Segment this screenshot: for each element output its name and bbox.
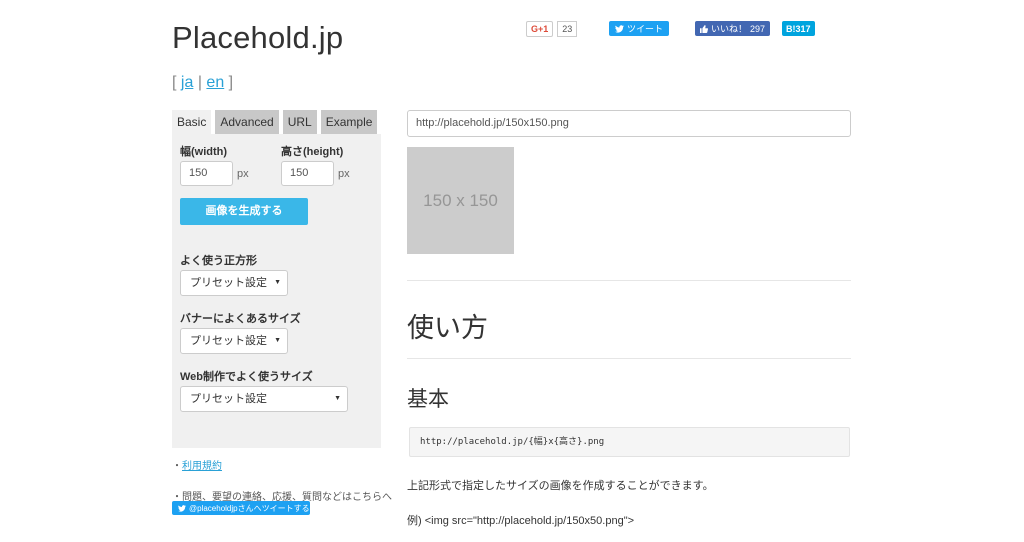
height-unit: px xyxy=(338,168,350,180)
like-count: 297 xyxy=(750,23,766,34)
dropdown-arrow-icon: ▼ xyxy=(274,337,281,344)
tweet-to-label: @placeholdjpさんへツイートする xyxy=(189,503,310,513)
twitter-bird-icon xyxy=(615,24,624,33)
height-label: 高さ(height) xyxy=(281,146,344,158)
tab-basic[interactable]: Basic xyxy=(172,110,212,134)
lang-en-link[interactable]: en xyxy=(206,74,224,91)
tab-example[interactable]: Example xyxy=(320,110,378,134)
language-switcher: [ ja | en ] xyxy=(172,74,234,91)
facebook-like-button[interactable]: いいね！ 297 xyxy=(695,21,771,36)
terms-link[interactable]: 利用規約 xyxy=(182,461,222,472)
square-preset-select[interactable]: プリセット設定 ▼ xyxy=(180,270,288,296)
tweet-button[interactable]: ツイート xyxy=(609,21,670,36)
generate-image-button[interactable]: 画像を生成する xyxy=(180,198,308,225)
twitter-bird-icon xyxy=(178,504,186,512)
tweet-label: ツイート xyxy=(627,24,664,34)
tab-advanced[interactable]: Advanced xyxy=(215,110,279,134)
tab-url[interactable]: URL xyxy=(282,110,317,134)
width-label: 幅(width) xyxy=(180,146,228,158)
thumbs-up-icon xyxy=(700,24,708,33)
height-input[interactable]: 150 xyxy=(281,161,334,186)
hatena-bookmark-button[interactable]: B! 317 xyxy=(782,21,815,36)
usage-heading: 使い方 xyxy=(407,313,488,343)
banner-preset-label: バナーによくあるサイズ xyxy=(180,313,301,325)
url-format-code: http://placehold.jp/{幅}x{高さ}.png xyxy=(409,427,850,457)
gplus-label: G+1 xyxy=(526,21,554,37)
square-preset-label: よく使う正方形 xyxy=(180,255,257,267)
web-preset-label: Web制作でよく使うサイズ xyxy=(180,371,313,383)
dropdown-arrow-icon: ▼ xyxy=(334,395,341,402)
width-unit: px xyxy=(237,168,249,180)
basic-heading: 基本 xyxy=(407,388,449,411)
hatena-label: B! xyxy=(786,23,796,34)
settings-tabs: Basic Advanced URL Example xyxy=(172,110,378,134)
dropdown-arrow-icon: ▼ xyxy=(274,279,281,286)
web-preset-select[interactable]: プリセット設定 ▼ xyxy=(180,386,348,412)
site-title: Placehold.jp xyxy=(172,20,344,55)
placeholder-preview-image: 150 x 150 xyxy=(407,147,514,254)
tweet-to-button[interactable]: @placeholdjpさんへツイートする xyxy=(172,501,310,515)
divider xyxy=(407,280,851,281)
banner-preset-select[interactable]: プリセット設定 ▼ xyxy=(180,328,288,354)
width-input[interactable]: 150 xyxy=(180,161,233,186)
gplus-button[interactable]: G+1 23 xyxy=(526,21,578,37)
description-text: 上記形式で指定したサイズの画像を作成することができます。 xyxy=(407,480,714,492)
hatena-count: 317 xyxy=(795,23,811,34)
like-label: いいね！ xyxy=(711,24,748,34)
example-text: 例) <img src="http://placehold.jp/150x50.… xyxy=(407,515,635,527)
lang-ja-link[interactable]: ja xyxy=(181,74,193,91)
divider xyxy=(407,358,851,359)
generated-url-field[interactable]: http://placehold.jp/150x150.png xyxy=(407,110,851,137)
gplus-count: 23 xyxy=(557,21,578,37)
terms-row: ・利用規約 xyxy=(172,461,222,472)
